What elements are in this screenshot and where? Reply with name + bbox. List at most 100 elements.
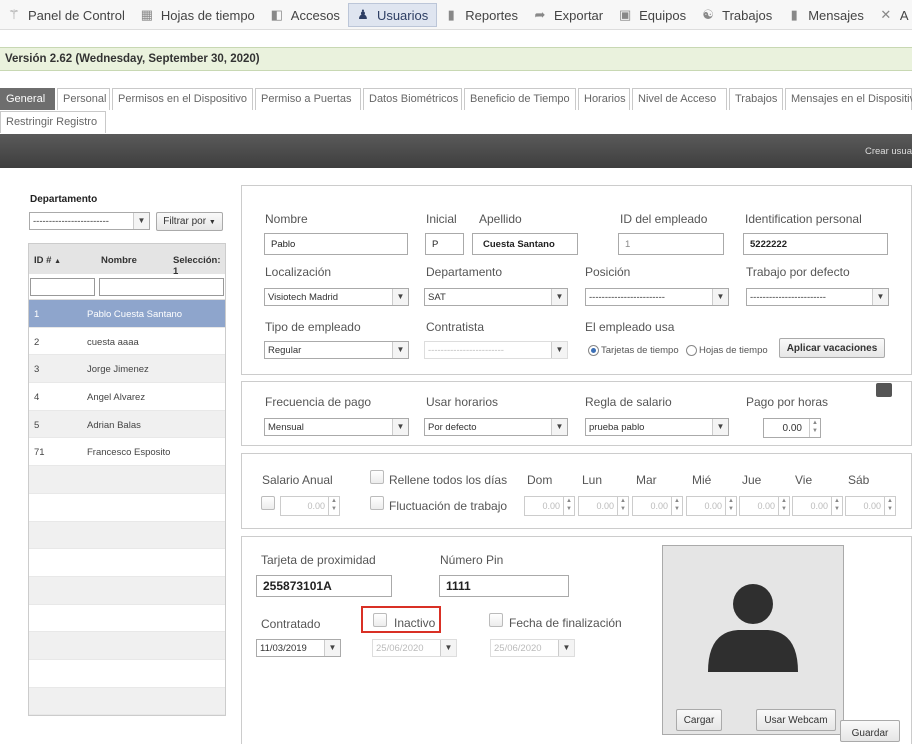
day-mar-label: Mar (636, 473, 657, 487)
fecha-fin-label: Fecha de finalización (509, 616, 622, 630)
day-dom-input[interactable]: 0.00 ▲ ▼ (524, 496, 575, 516)
fecha-fin-date[interactable]: 25/06/2020 ▼ (490, 639, 575, 657)
tab-beneficio-tiempo[interactable]: Beneficio de Tiempo (464, 88, 576, 110)
trabajo-select[interactable]: ------------------------ ▼ (746, 288, 889, 306)
chevron-down-icon: ▼ (558, 640, 574, 656)
nav-equipos[interactable]: ▣ Equipos (611, 5, 694, 25)
contratista-select[interactable]: ------------------------ ▼ (424, 341, 568, 359)
chevron-down-icon: ▼ (551, 419, 567, 435)
empty-row (29, 632, 225, 660)
departamento-label: Departamento (426, 265, 503, 279)
name-filter-input[interactable] (99, 278, 224, 296)
aplicar-vacaciones-button[interactable]: Aplicar vacaciones (779, 338, 885, 358)
posicion-select[interactable]: ------------------------ ▼ (585, 288, 729, 306)
tab-datos-biometricos[interactable]: Datos Biométricos (363, 88, 462, 110)
day-jue-input[interactable]: 0.00 ▲ ▼ (739, 496, 790, 516)
nav-hojas-de-tiempo[interactable]: ▦ Hojas de tiempo (133, 5, 263, 25)
fluctuacion-checkbox[interactable] (370, 496, 384, 510)
table-row[interactable]: 1 Pablo Cuesta Santano (29, 300, 225, 328)
fecha-fin-checkbox[interactable] (489, 613, 503, 627)
nav-usuarios[interactable]: ♟ Usuarios (347, 3, 438, 27)
column-name[interactable]: Nombre (101, 255, 137, 266)
column-id[interactable]: ID # ▲ (34, 255, 61, 266)
ident-input[interactable]: 5222222 (743, 233, 888, 255)
pin-input[interactable]: 1111 (439, 575, 569, 597)
nav-mensajes[interactable]: ▮ Mensajes (780, 5, 872, 25)
day-jue-label: Jue (742, 473, 762, 487)
pago-horas-input[interactable]: 0.00 ▲ ▼ (763, 418, 821, 438)
contratista-label: Contratista (426, 320, 485, 334)
horarios-select[interactable]: Por defecto ▼ (424, 418, 568, 436)
tab-trabajos[interactable]: Trabajos (729, 88, 783, 110)
day-sab-input[interactable]: 0.00 ▲ ▼ (845, 496, 896, 516)
nav-accesos[interactable]: ◧ Accesos (263, 5, 348, 25)
table-row[interactable]: 71 Francesco Esposito (29, 438, 225, 467)
id-filter-input[interactable] (30, 278, 95, 296)
table-row[interactable]: 5 Adrian Balas (29, 410, 225, 439)
empty-row (29, 605, 225, 633)
bar-chart-icon: ▮ (447, 7, 455, 22)
contratado-date[interactable]: 11/03/2019 ▼ (256, 639, 341, 657)
grid-header: ID # ▲ Nombre Selección: 1 (29, 244, 225, 277)
webcam-button[interactable]: Usar Webcam (756, 709, 836, 731)
tarjeta-input[interactable]: 255873101A (256, 575, 392, 597)
tipo-select[interactable]: Regular ▼ (264, 341, 409, 359)
day-lun-input[interactable]: 0.00 ▲ ▼ (578, 496, 629, 516)
nav-panel-de-control[interactable]: ⚚ Panel de Control (0, 5, 133, 25)
chevron-down-icon: ▼ (208, 219, 216, 226)
day-dom-label: Dom (527, 473, 553, 487)
department-label: Departamento (30, 194, 98, 205)
chevron-down-icon: ▼ (133, 213, 149, 229)
inactivo-date[interactable]: 25/06/2020 ▼ (372, 639, 457, 657)
day-mie-input[interactable]: 0.00 ▲ ▼ (686, 496, 737, 516)
dashboard-icon: ⚚ (8, 7, 20, 22)
tab-mensajes-dispositivo[interactable]: Mensajes en el Dispositivo (785, 88, 912, 110)
empty-row (29, 660, 225, 688)
table-row[interactable]: 4 Angel Alvarez (29, 383, 225, 411)
spinner-icon: ▲ ▼ (328, 497, 339, 515)
posicion-label: Posición (585, 265, 631, 279)
avatar-icon (708, 584, 798, 672)
top-navigation: ⚚ Panel de Control ▦ Hojas de tiempo ◧ Acce… (0, 0, 912, 30)
empty-row (29, 576, 225, 605)
day-vie-input[interactable]: 0.00 ▲ ▼ (792, 496, 843, 516)
nav-exportar[interactable]: ➦ Exportar (526, 5, 611, 25)
nav-reportes[interactable]: ▮ Reportes (437, 5, 526, 25)
frecuencia-select[interactable]: Mensual ▼ (264, 418, 409, 436)
tab-personal[interactable]: Personal (57, 88, 110, 110)
tab-permiso-puertas[interactable]: Permiso a Puertas (255, 88, 361, 110)
salario-anual-checkbox[interactable] (261, 496, 275, 510)
radio-hojas[interactable] (686, 345, 697, 356)
localizacion-select[interactable]: Visiotech Madrid ▼ (264, 288, 409, 306)
printer-icon[interactable] (876, 383, 892, 397)
radio-tarjetas[interactable] (588, 345, 599, 356)
id-empleado-input[interactable]: 1 (618, 233, 724, 255)
create-user-link[interactable]: Crear usua (865, 146, 912, 157)
cargar-button[interactable]: Cargar (676, 709, 722, 731)
tab-nivel-acceso[interactable]: Nivel de Acceso (632, 88, 727, 110)
nav-trabajos[interactable]: ☯ Trabajos (694, 5, 780, 25)
table-row[interactable]: 3 Jorge Jimenez (29, 355, 225, 384)
table-row[interactable]: 2 cuesta aaaa (29, 328, 225, 356)
apellido-input[interactable]: Cuesta Santano (472, 233, 578, 255)
horarios-label: Usar horarios (426, 395, 499, 409)
tab-permisos-dispositivo[interactable]: Permisos en el Dispositivo (112, 88, 253, 110)
guardar-button[interactable]: Guardar (840, 720, 900, 742)
nav-tools[interactable]: ✕ A (872, 5, 912, 25)
tab-general[interactable]: General (0, 88, 55, 110)
nombre-input[interactable]: Pablo (264, 233, 408, 255)
day-mar-input[interactable]: 0.00 ▲ ▼ (632, 496, 683, 516)
inactivo-checkbox[interactable] (373, 613, 387, 627)
departamento-select[interactable]: SAT ▼ (424, 288, 568, 306)
department-select[interactable]: ------------------------ ▼ (29, 212, 150, 230)
nombre-label: Nombre (265, 212, 308, 226)
regla-select[interactable]: prueba pablo ▼ (585, 418, 729, 436)
filter-button[interactable]: Filtrar por ▼ (156, 212, 223, 231)
spinner-icon[interactable]: ▲ ▼ (809, 419, 820, 437)
inicial-input[interactable]: P (425, 233, 464, 255)
rellene-checkbox[interactable] (370, 470, 384, 484)
tab-horarios[interactable]: Horarios (578, 88, 630, 110)
action-bar: Crear usua (0, 134, 912, 168)
tab-restringir-registro[interactable]: Restringir Registro (0, 111, 106, 133)
salario-anual-input[interactable]: 0.00 ▲ ▼ (280, 496, 340, 516)
